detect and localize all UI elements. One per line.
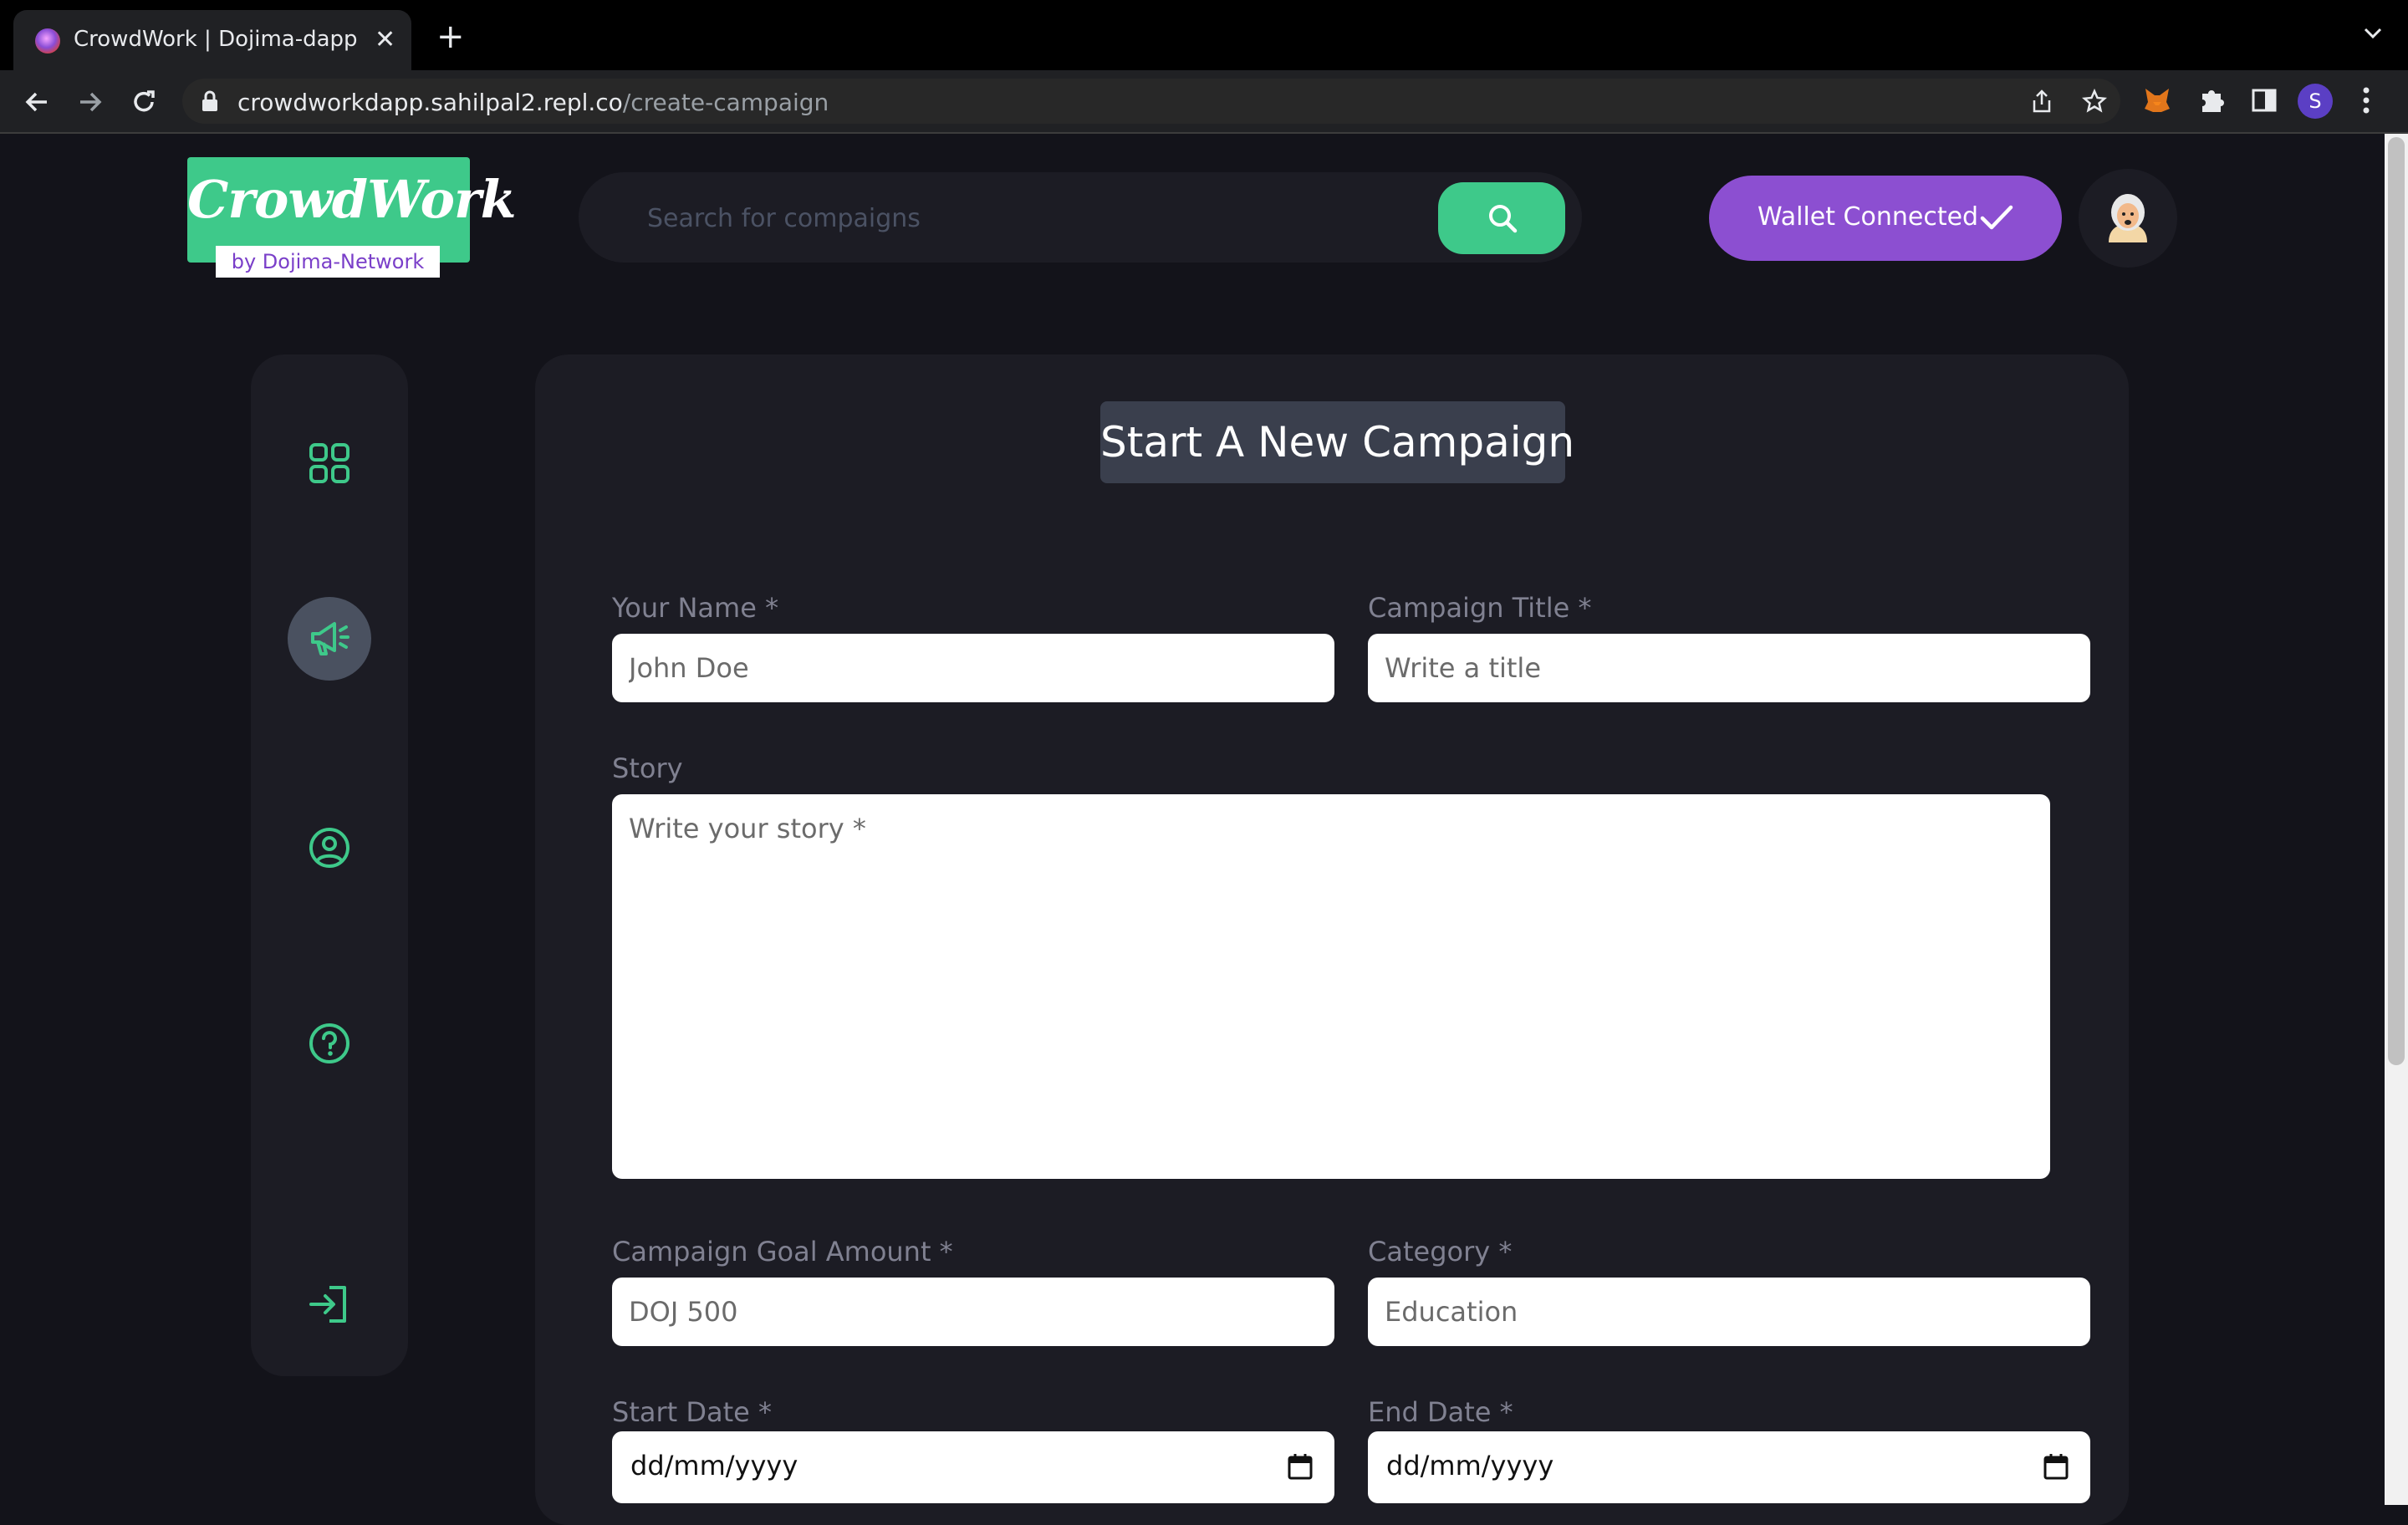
- sidebar-item-dashboard[interactable]: [288, 421, 371, 505]
- calendar-icon[interactable]: [1288, 1453, 1313, 1480]
- browser-toolbar: crowdworkdapp.sahilpal2.repl.co/create-c…: [0, 70, 2408, 134]
- sidebar-item-logout[interactable]: [288, 1262, 371, 1346]
- story-textarea[interactable]: [612, 794, 2050, 1179]
- calendar-icon[interactable]: [2043, 1453, 2069, 1480]
- category-label: Category *: [1368, 1236, 1513, 1267]
- crowdwork-logo[interactable]: CrowdWork by Dojima-Network: [187, 157, 517, 278]
- address-bar[interactable]: crowdworkdapp.sahilpal2.repl.co/create-c…: [182, 79, 2120, 124]
- extensions-puzzle-icon[interactable]: [2197, 85, 2227, 115]
- your-name-input[interactable]: [612, 634, 1334, 702]
- dashboard-grid-icon: [309, 443, 349, 483]
- lock-icon[interactable]: [201, 90, 219, 112]
- browser-tab[interactable]: CrowdWork | Dojima-dapp ✕: [13, 10, 411, 70]
- user-avatar-icon: [2109, 194, 2147, 242]
- megaphone-icon: [311, 622, 349, 655]
- search-input[interactable]: [645, 196, 1318, 241]
- campaign-title-label: Campaign Title *: [1368, 592, 1592, 624]
- your-name-label: Your Name *: [612, 592, 779, 624]
- wallet-button-label: Wallet Connected: [1758, 202, 1979, 232]
- story-label: Story: [612, 752, 683, 784]
- browser-profile-avatar[interactable]: S: [2298, 84, 2333, 119]
- forward-arrow-icon[interactable]: [74, 85, 107, 119]
- sidebar-nav: [251, 354, 408, 1376]
- start-date-label: Start Date *: [612, 1396, 772, 1428]
- browser-tab-bar: CrowdWork | Dojima-dapp ✕ +: [0, 0, 2408, 70]
- url-text[interactable]: crowdworkdapp.sahilpal2.repl.co/create-c…: [237, 89, 829, 116]
- checkmark-icon: [1980, 205, 2013, 230]
- tab-close-icon[interactable]: ✕: [375, 23, 395, 57]
- end-date-placeholder: dd/mm/yyyy: [1386, 1450, 1554, 1482]
- create-campaign-card: Start A New Campaign Your Name * Campaig…: [535, 354, 2129, 1525]
- page-title: Start A New Campaign: [1100, 401, 1574, 483]
- search-bar: [579, 172, 1582, 263]
- metamask-fox-icon[interactable]: [2142, 85, 2172, 115]
- reload-icon[interactable]: [127, 85, 161, 119]
- browser-menu-kebab-icon[interactable]: [2361, 85, 2371, 115]
- back-arrow-icon[interactable]: [20, 85, 54, 119]
- help-icon: [309, 1023, 349, 1063]
- sidebar-item-profile[interactable]: [288, 806, 371, 890]
- end-date-label: End Date *: [1368, 1396, 1513, 1428]
- tab-search-chevron-icon[interactable]: [2363, 27, 2383, 40]
- site-favicon-icon: [35, 28, 60, 54]
- logout-icon: [309, 1286, 346, 1323]
- side-panel-icon[interactable]: [2249, 85, 2279, 115]
- logo-text: CrowdWork: [187, 169, 517, 230]
- category-input[interactable]: [1368, 1278, 2090, 1346]
- page-scrollbar-thumb[interactable]: [2388, 137, 2405, 1065]
- new-tab-icon[interactable]: +: [436, 20, 465, 54]
- logo-subtitle: by Dojima-Network: [216, 246, 440, 278]
- sidebar-item-help[interactable]: [288, 1002, 371, 1085]
- sidebar-item-create-campaign[interactable]: [288, 597, 371, 681]
- user-avatar-button[interactable]: [2079, 169, 2177, 268]
- profile-icon: [309, 828, 349, 868]
- search-button[interactable]: [1438, 182, 1565, 254]
- share-icon[interactable]: [2030, 89, 2053, 114]
- campaign-title-input[interactable]: [1368, 634, 2090, 702]
- end-date-input[interactable]: dd/mm/yyyy: [1368, 1431, 2090, 1503]
- campaign-goal-label: Campaign Goal Amount *: [612, 1236, 953, 1267]
- bookmark-star-icon[interactable]: [2082, 89, 2107, 114]
- tab-title: CrowdWork | Dojima-dapp: [74, 27, 358, 52]
- start-date-input[interactable]: dd/mm/yyyy: [612, 1431, 1334, 1503]
- search-icon: [1489, 205, 1518, 233]
- campaign-goal-input[interactable]: [612, 1278, 1334, 1346]
- start-date-placeholder: dd/mm/yyyy: [630, 1450, 798, 1482]
- wallet-connected-button[interactable]: Wallet Connected: [1709, 176, 2062, 261]
